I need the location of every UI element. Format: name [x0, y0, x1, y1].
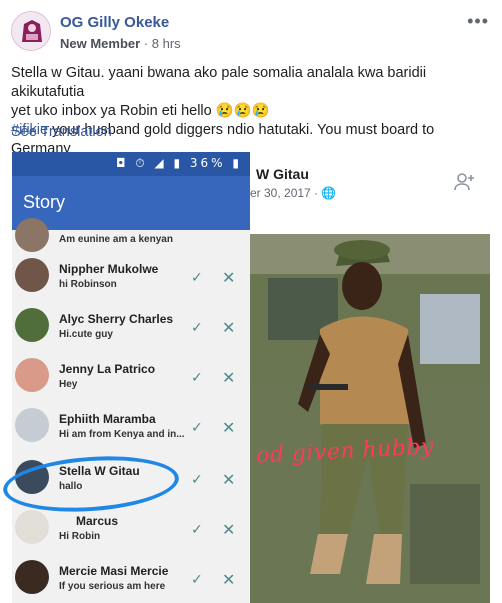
inner-author-name: W Gitau	[256, 166, 309, 182]
contact-name: Marcus	[76, 514, 119, 528]
contact-avatar	[15, 510, 49, 544]
photo-message-requests[interactable]: ◘ ⏱ ◢ ▮ 36% ▮ Story Am eunine am a kenya…	[12, 152, 250, 603]
contact-avatar	[15, 408, 49, 442]
contact-message: hi Robinson	[59, 279, 117, 290]
list-item: Ephiith Maramba Hi am from Kenya and in.…	[12, 404, 250, 454]
story-title: Story	[23, 192, 66, 212]
facebook-post: OG Gilly Okeke New Member · 8 hrs ••• St…	[0, 0, 502, 603]
contact-avatar	[15, 258, 49, 292]
reject-x-icon: ✕	[222, 570, 236, 589]
post-meta: New Member · 8 hrs	[60, 36, 181, 51]
contact-message: Hi Robin	[59, 531, 101, 542]
post-text-line-1: Stella w Gitau. yaani bwana ako pale som…	[11, 65, 427, 100]
reject-x-icon: ✕	[222, 368, 236, 387]
reject-x-icon: ✕	[222, 520, 236, 539]
reject-x-icon: ✕	[222, 470, 236, 489]
add-friend-icon	[452, 170, 476, 200]
contact-message: Am eunine am a kenyan	[59, 234, 173, 245]
list-item: Marcus Hi Robin ✓ ✕	[12, 506, 250, 556]
contact-name: Alyc Sherry Charles	[59, 312, 174, 326]
accept-check-icon: ✓	[191, 420, 203, 436]
contact-avatar	[15, 218, 49, 252]
accept-check-icon: ✓	[191, 320, 203, 336]
soldier-figure	[298, 240, 426, 584]
inner-post-date: er 30, 2017 · 🌐	[250, 186, 337, 200]
post-header: OG Gilly Okeke New Member · 8 hrs •••	[11, 9, 491, 55]
reject-x-icon: ✕	[222, 318, 236, 337]
post-text-line-2: yet uko inbox ya Robin eti hello 😢😢😢	[11, 103, 270, 119]
author-name[interactable]: OG Gilly Okeke	[60, 14, 169, 31]
accept-check-icon: ✓	[191, 370, 203, 386]
accept-check-icon: ✓	[191, 522, 203, 538]
reject-x-icon: ✕	[222, 418, 236, 437]
military-truck-photo: od given hubby	[250, 234, 490, 603]
phone-status-bar: ◘ ⏱ ◢ ▮ 36% ▮	[12, 152, 250, 176]
reject-x-icon: ✕	[222, 268, 236, 287]
meta-separator: ·	[143, 36, 152, 51]
accept-check-icon: ✓	[191, 472, 203, 488]
member-badge: New Member	[60, 36, 141, 51]
contact-avatar	[15, 358, 49, 392]
contact-avatar	[15, 560, 49, 594]
more-options-icon[interactable]: •••	[467, 11, 489, 32]
list-item: Nippher Mukolwe hi Robinson ✓ ✕	[12, 254, 250, 304]
post-text: Stella w Gitau. yaani bwana ako pale som…	[11, 64, 496, 159]
see-translation-link[interactable]: See Translation	[11, 124, 112, 140]
contact-message: Hi am from Kenya and in...	[59, 429, 185, 440]
author-avatar[interactable]	[11, 11, 51, 51]
contact-message: Hi.cute guy	[59, 329, 113, 340]
contact-name: Nippher Mukolwe	[59, 262, 159, 276]
accept-check-icon: ✓	[191, 270, 203, 286]
inner-post-header: W Gitau er 30, 2017 · 🌐	[250, 152, 490, 234]
list-item: Jenny La Patrico Hey ✓ ✕	[12, 354, 250, 404]
contact-message: Hey	[59, 379, 78, 390]
list-item: Mercie Masi Mercie If you serious am her…	[12, 556, 250, 603]
photo-profile-post[interactable]: W Gitau er 30, 2017 · 🌐 od given hubby	[250, 152, 490, 603]
status-icons: ◘ ⏱ ◢ ▮ 36% ▮	[115, 156, 242, 170]
post-time[interactable]: 8 hrs	[152, 36, 181, 51]
accept-check-icon: ✓	[191, 572, 203, 588]
contact-message: If you serious am here	[59, 581, 166, 592]
list-item: Alyc Sherry Charles Hi.cute guy ✓ ✕	[12, 304, 250, 354]
contact-name: Jenny La Patrico	[59, 362, 156, 376]
contact-name: Ephiith Maramba	[59, 412, 156, 426]
contact-avatar	[15, 308, 49, 342]
contact-name: Mercie Masi Mercie	[59, 564, 169, 578]
